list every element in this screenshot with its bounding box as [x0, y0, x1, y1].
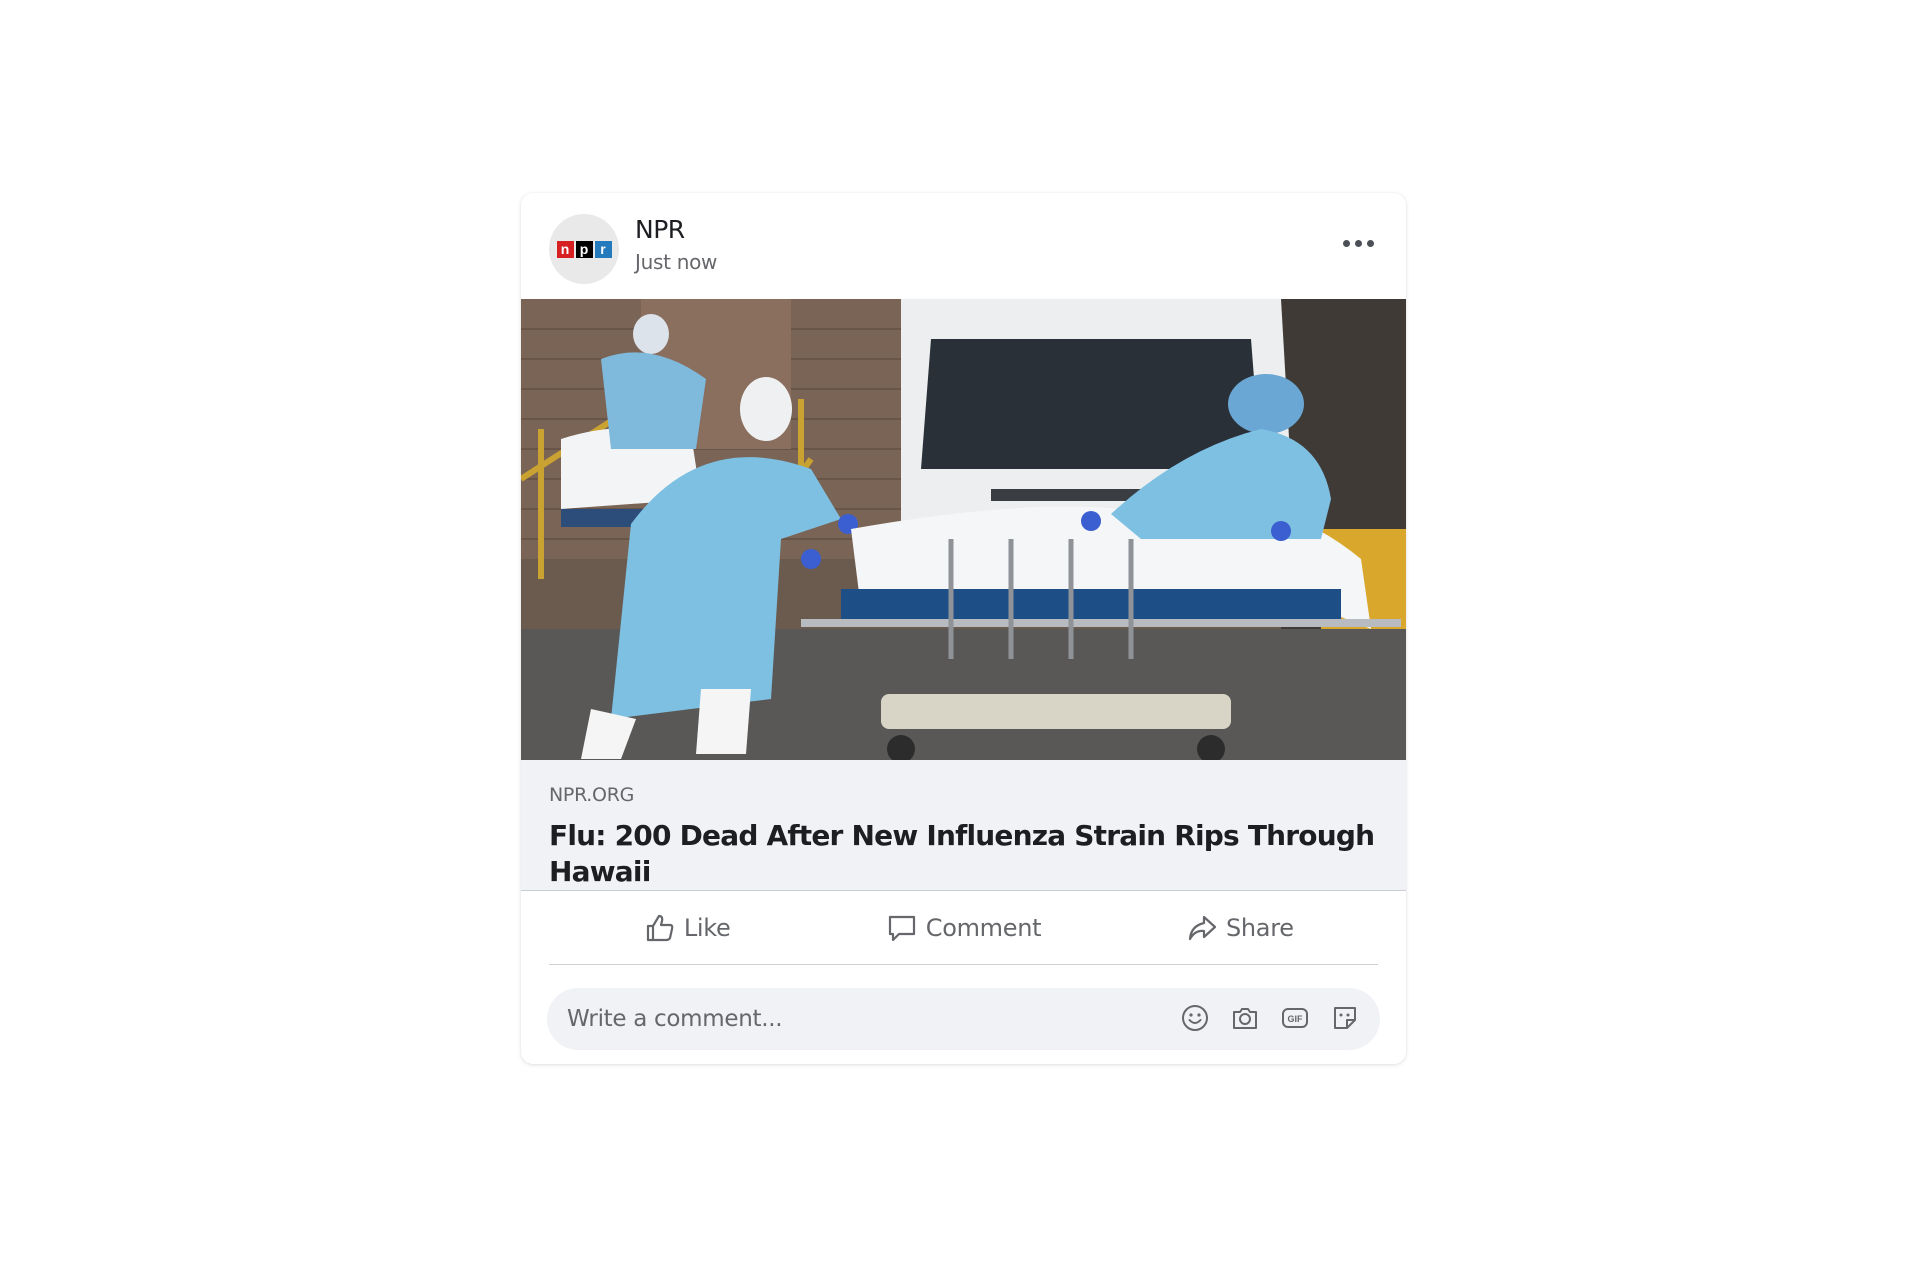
post-actions-bar: Like Comment Share	[549, 891, 1378, 965]
camera-icon[interactable]	[1230, 1003, 1260, 1033]
thumbs-up-icon	[646, 914, 674, 941]
comment-tools: GIF	[1180, 1003, 1360, 1033]
comment-composer: GIF	[547, 988, 1380, 1050]
like-button[interactable]: Like	[549, 891, 825, 964]
emoji-icon[interactable]	[1180, 1003, 1210, 1033]
comment-input[interactable]	[547, 988, 1167, 1050]
more-horizontal-icon-dot-2	[1354, 239, 1362, 247]
link-domain: NPR.ORG	[549, 784, 635, 806]
post-photo[interactable]	[521, 299, 1406, 760]
npr-logo-r: r	[594, 240, 612, 258]
avatar[interactable]: n p r	[549, 214, 619, 284]
sticker-icon[interactable]	[1330, 1003, 1360, 1033]
more-horizontal-icon-dot-3	[1366, 239, 1374, 247]
more-options-button[interactable]	[1338, 233, 1378, 253]
svg-text:GIF: GIF	[1288, 1014, 1304, 1024]
post-photo-illustration	[521, 299, 1406, 760]
npr-logo: n p r	[556, 240, 612, 258]
gif-icon[interactable]: GIF	[1280, 1003, 1310, 1033]
share-arrow-icon	[1188, 915, 1217, 940]
share-button[interactable]: Share	[1102, 891, 1378, 964]
link-preview[interactable]: NPR.ORG Flu: 200 Dead After New Influenz…	[521, 760, 1406, 891]
page-name[interactable]: NPR	[635, 215, 685, 244]
npr-logo-p: p	[575, 240, 593, 258]
comment-label: Comment	[925, 913, 1042, 942]
more-horizontal-icon	[1342, 239, 1350, 247]
post-header: n p r NPR Just now	[521, 193, 1406, 299]
share-label: Share	[1225, 913, 1294, 942]
comment-bubble-icon	[888, 915, 915, 941]
comment-button[interactable]: Comment	[825, 891, 1101, 964]
post-card: n p r NPR Just now NPR.ORG Flu: 200 Dead…	[521, 193, 1406, 1064]
npr-logo-n: n	[556, 240, 574, 258]
like-label: Like	[683, 913, 731, 942]
link-title[interactable]: Flu: 200 Dead After New Influenza Strain…	[549, 818, 1379, 890]
timestamp[interactable]: Just now	[635, 250, 717, 274]
